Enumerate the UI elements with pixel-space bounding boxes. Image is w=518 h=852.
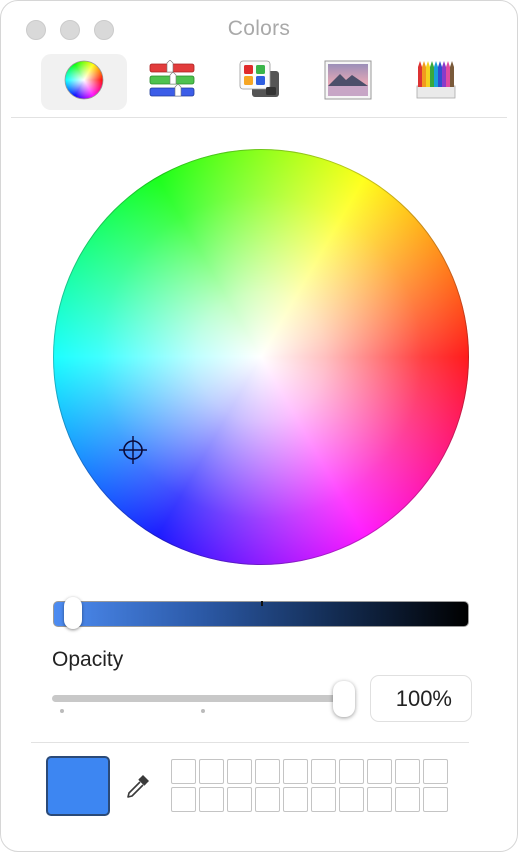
eyedropper-icon[interactable] <box>123 771 153 801</box>
crosshair-icon[interactable] <box>118 435 148 465</box>
color-wheel-icon <box>64 60 104 105</box>
swatch-cell[interactable] <box>339 787 364 812</box>
swatch-cell[interactable] <box>171 759 196 784</box>
tab-color-sliders[interactable] <box>129 54 215 110</box>
opacity-slider-thumb[interactable] <box>333 681 355 717</box>
color-palettes-icon <box>238 59 282 106</box>
colors-window: Colors Opacity 100% <box>0 0 518 852</box>
opacity-slider-track[interactable] <box>52 695 346 702</box>
swatch-cell[interactable] <box>255 759 280 784</box>
saved-swatches-grid <box>171 759 448 812</box>
brightness-midpoint-tick <box>261 601 263 606</box>
color-wheel[interactable] <box>53 149 469 565</box>
swatch-divider <box>31 742 469 743</box>
image-palettes-icon <box>324 60 372 105</box>
swatch-cell[interactable] <box>367 759 392 784</box>
brightness-slider[interactable] <box>53 597 469 629</box>
swatch-cell[interactable] <box>227 787 252 812</box>
brightness-slider-thumb[interactable] <box>64 597 82 629</box>
tab-pencils[interactable] <box>393 54 479 110</box>
swatch-cell[interactable] <box>423 759 448 784</box>
tab-color-wheel[interactable] <box>41 54 127 110</box>
color-sliders-icon <box>148 59 196 105</box>
swatch-cell[interactable] <box>339 759 364 784</box>
swatch-cell[interactable] <box>227 759 252 784</box>
swatch-cell[interactable] <box>311 759 336 784</box>
window-title: Colors <box>227 17 291 40</box>
opacity-label: Opacity <box>52 648 124 671</box>
swatch-cell[interactable] <box>311 787 336 812</box>
swatch-cell[interactable] <box>255 787 280 812</box>
opacity-tick-mark <box>201 709 205 713</box>
tab-color-palettes[interactable] <box>217 54 303 110</box>
toolbar-divider <box>11 117 507 118</box>
swatch-cell[interactable] <box>395 759 420 784</box>
swatch-cell[interactable] <box>395 787 420 812</box>
swatch-cell[interactable] <box>423 787 448 812</box>
pencils-icon <box>414 58 458 107</box>
current-color-swatch[interactable] <box>46 756 110 816</box>
title-bar: Colors <box>1 1 517 117</box>
swatch-cell[interactable] <box>283 759 308 784</box>
tab-image-palettes[interactable] <box>305 54 391 110</box>
swatch-cell[interactable] <box>367 787 392 812</box>
swatch-cell[interactable] <box>283 787 308 812</box>
opacity-tick-mark <box>60 709 64 713</box>
swatch-cell[interactable] <box>171 787 196 812</box>
swatch-cell[interactable] <box>199 759 224 784</box>
swatch-cell[interactable] <box>199 787 224 812</box>
color-wheel-surface[interactable] <box>53 149 469 565</box>
opacity-value-field[interactable]: 100% <box>370 675 472 722</box>
